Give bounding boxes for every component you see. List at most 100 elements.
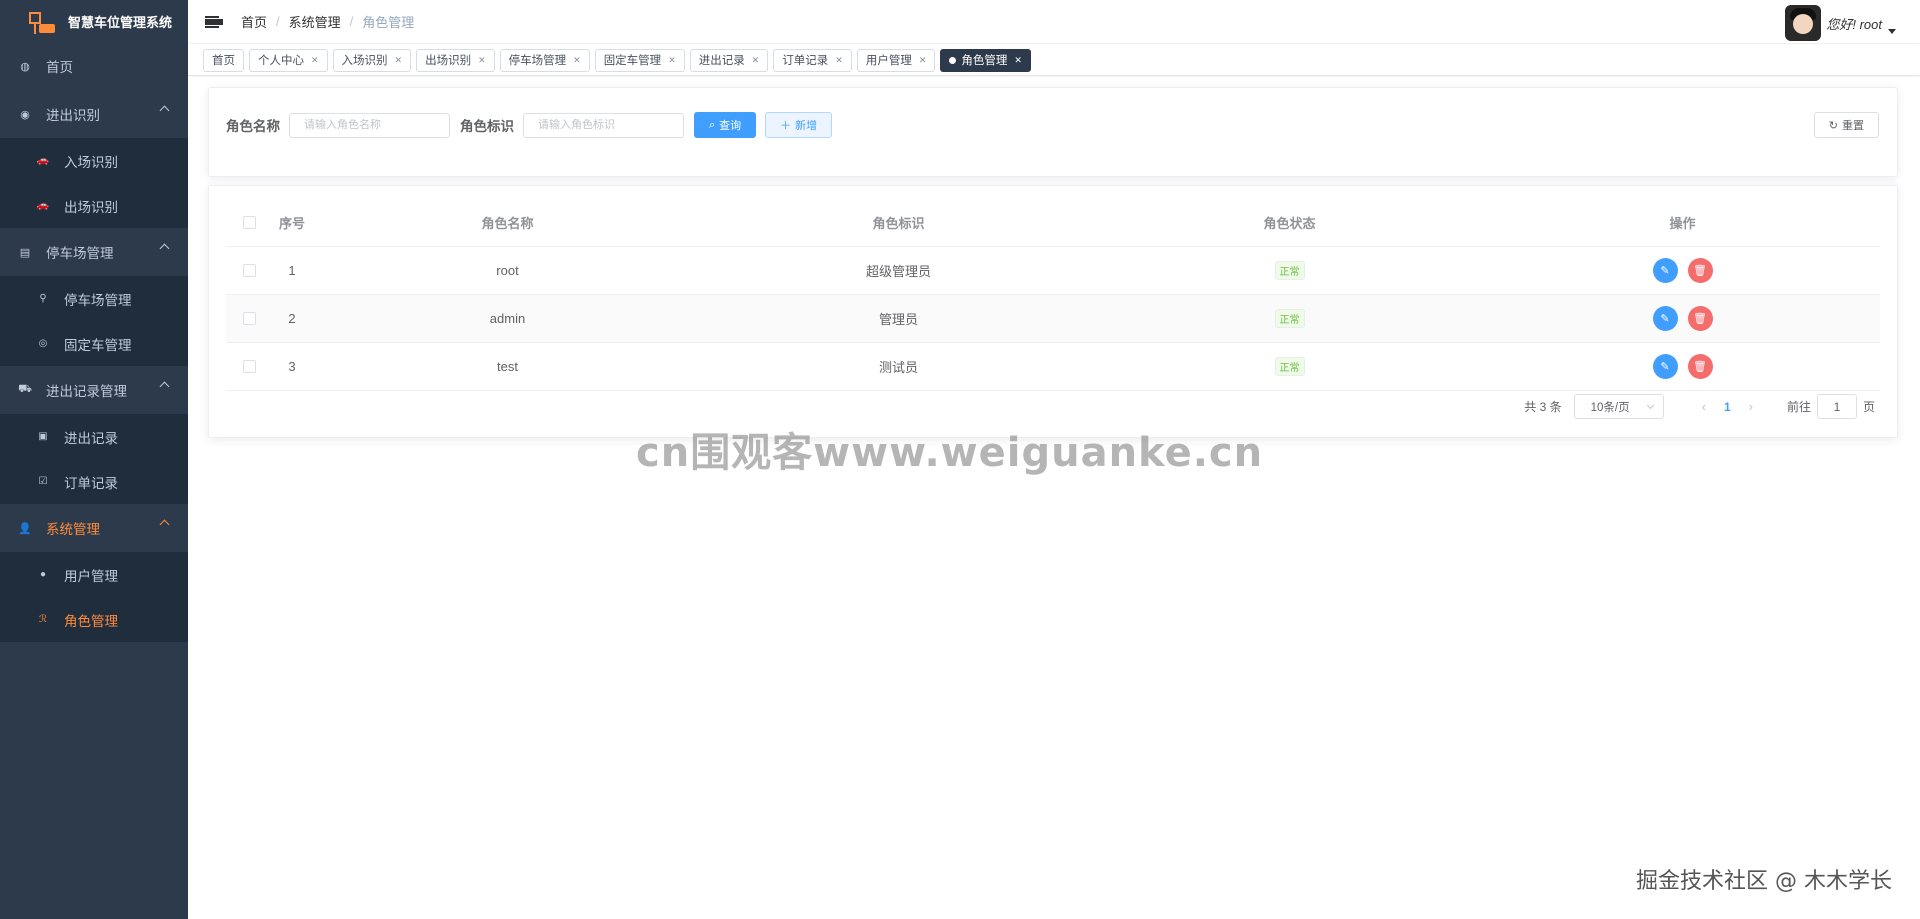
status-badge: 正常 <box>1274 261 1305 280</box>
close-icon[interactable]: ✕ <box>752 55 760 66</box>
chevron-up-icon <box>159 519 170 530</box>
tag-parking-lot[interactable]: 停车场管理 ✕ <box>499 48 590 72</box>
sidebar-item-fixed-car[interactable]: ◎ 固定车管理 <box>0 321 188 366</box>
sidebar-item-orders[interactable]: ☑ 订单记录 <box>0 459 188 504</box>
col-actions: 操作 <box>1669 216 1696 231</box>
trash-icon: 🗑 <box>1693 265 1707 277</box>
search-card: 角色名称 角色标识 ⌕查询 ＋新增 ↻重置 <box>208 87 1898 177</box>
camera-icon: ◉ <box>20 108 30 121</box>
tag-access-log[interactable]: 进出记录 ✕ <box>689 48 769 72</box>
tag-entry-recognition[interactable]: 入场识别 ✕ <box>332 48 412 72</box>
delete-button[interactable]: 🗑 <box>1687 258 1713 283</box>
reset-button[interactable]: ↻ 重置 <box>1813 112 1879 138</box>
car-out-icon: 🚗 <box>36 200 50 211</box>
sidebar-group-system[interactable]: 👤 系统管理 <box>0 504 188 552</box>
col-role-key: 角色标识 <box>872 216 925 231</box>
close-icon[interactable]: ✕ <box>835 55 843 66</box>
add-button[interactable]: ＋新增 <box>765 112 833 138</box>
goto-page: 前往 页 <box>1787 394 1875 419</box>
log-icon: ▣ <box>38 431 48 442</box>
car-in-icon: 🚗 <box>36 155 50 166</box>
delete-button[interactable]: 🗑 <box>1687 354 1713 379</box>
close-icon[interactable]: ✕ <box>478 55 486 66</box>
tags-view: 首页 个人中心 ✕ 入场识别 ✕ 出场识别 ✕ 停车场管理 ✕ 固定车管理 ✕ 进出记录 ✕… <box>188 45 1920 76</box>
row-checkbox[interactable] <box>242 360 256 373</box>
row-checkbox[interactable] <box>242 264 256 277</box>
role-key-input[interactable] <box>523 112 684 138</box>
dashboard-icon: ◍ <box>20 60 30 73</box>
parking-logo-icon <box>26 6 56 36</box>
sidebar-item-label: 出场识别 <box>64 199 118 215</box>
sidebar-item-entry-recognition[interactable]: 🚗 入场识别 <box>0 138 188 183</box>
sidebar-item-label: 固定车管理 <box>64 337 132 353</box>
order-icon: ☑ <box>38 476 48 487</box>
tag-roles[interactable]: 角色管理 ✕ <box>940 48 1031 72</box>
goto-page-input[interactable] <box>1816 394 1857 419</box>
sidebar-item-access-log[interactable]: ▣ 进出记录 <box>0 414 188 459</box>
edit-button[interactable]: ✎ <box>1652 258 1678 283</box>
tag-fixed-car[interactable]: 固定车管理 ✕ <box>594 48 685 72</box>
tag-users[interactable]: 用户管理 ✕ <box>856 48 936 72</box>
breadcrumb-current: 角色管理 <box>362 15 415 30</box>
watermark-text: cn围观客www.weiguanke.cn <box>636 430 1264 476</box>
avatar[interactable] <box>1785 5 1822 41</box>
role-table: 序号 角色名称 角色标识 角色状态 操作 1 root 超级管理员 正常 ✎ 🗑 <box>226 199 1880 391</box>
sidebar-item-label: 首页 <box>46 60 73 75</box>
record-icon: ⛟ <box>18 383 32 395</box>
pagination: 共 3 条 10条/页 ‹ 1 › 前往 页 <box>1524 394 1875 419</box>
sidebar-item-label: 入场识别 <box>64 154 118 170</box>
sidebar-group-parking[interactable]: ▤ 停车场管理 <box>0 228 188 276</box>
query-button[interactable]: ⌕ 查询 <box>694 112 757 138</box>
caret-down-icon[interactable] <box>1888 28 1896 34</box>
cell-role-key: 测试员 <box>878 360 918 375</box>
delete-button[interactable]: 🗑 <box>1687 306 1713 331</box>
close-icon[interactable]: ✕ <box>668 55 676 66</box>
edit-icon: ✎ <box>1660 265 1670 277</box>
prev-page-button[interactable]: ‹ <box>1702 399 1706 414</box>
sidebar-item-users[interactable]: ● 用户管理 <box>0 552 188 597</box>
table-card: 序号 角色名称 角色标识 角色状态 操作 1 root 超级管理员 正常 ✎ 🗑 <box>208 185 1898 438</box>
page-size-select[interactable]: 10条/页 <box>1573 394 1664 419</box>
lot-icon: ⚲ <box>39 293 47 304</box>
row-checkbox[interactable] <box>242 312 256 325</box>
search-icon: ⌕ <box>709 118 716 131</box>
close-icon[interactable]: ✕ <box>573 55 581 66</box>
sidebar-item-roles[interactable]: ℛ 角色管理 <box>0 597 188 642</box>
sidebar-item-parking-lot[interactable]: ⚲ 停车场管理 <box>0 276 188 321</box>
user-menu[interactable]: 您好! root <box>1785 5 1896 41</box>
pagination-total: 共 3 条 <box>1524 400 1562 414</box>
role-name-input[interactable] <box>289 112 450 138</box>
close-icon[interactable]: ✕ <box>311 55 319 66</box>
edit-button[interactable]: ✎ <box>1652 306 1678 331</box>
tag-orders[interactable]: 订单记录 ✕ <box>773 48 852 72</box>
sidebar-item-label: 用户管理 <box>64 568 118 584</box>
cell-role-name: admin <box>489 311 526 326</box>
close-icon[interactable]: ✕ <box>395 55 403 66</box>
hamburger-icon[interactable] <box>205 15 223 28</box>
tag-exit-recognition[interactable]: 出场识别 ✕ <box>416 48 495 72</box>
close-icon[interactable]: ✕ <box>1014 55 1022 66</box>
next-page-button[interactable]: › <box>1749 399 1753 414</box>
sidebar-group-recognition[interactable]: ◉ 进出识别 <box>0 90 188 138</box>
tag-profile[interactable]: 个人中心 ✕ <box>249 48 328 72</box>
sidebar-group-records[interactable]: ⛟ 进出记录管理 <box>0 366 188 414</box>
sidebar-item-exit-recognition[interactable]: 🚗 出场识别 <box>0 183 188 228</box>
status-badge: 正常 <box>1274 309 1305 328</box>
tag-home[interactable]: 首页 <box>203 48 244 72</box>
user-greeting: 您好! root <box>1826 16 1882 32</box>
edit-icon: ✎ <box>1660 313 1670 325</box>
breadcrumb-system[interactable]: 系统管理 <box>289 12 341 31</box>
table-row: 1 root 超级管理员 正常 ✎ 🗑 <box>226 247 1880 295</box>
sidebar-item-home[interactable]: ◍ 首页 <box>0 42 188 90</box>
page-number-current[interactable]: 1 <box>1724 400 1731 414</box>
breadcrumb-home[interactable]: 首页 <box>241 12 267 31</box>
select-all-checkbox[interactable] <box>242 216 256 229</box>
close-icon[interactable]: ✕ <box>919 55 927 66</box>
edit-button[interactable]: ✎ <box>1652 354 1678 379</box>
sidebar-item-label: 订单记录 <box>64 475 118 491</box>
chevron-up-icon <box>159 243 170 254</box>
sidebar-item-label: 进出识别 <box>46 108 100 123</box>
role-name-label: 角色名称 <box>226 119 280 134</box>
app-title: 智慧车位管理系统 <box>68 14 173 30</box>
cell-index: 1 <box>288 263 296 278</box>
